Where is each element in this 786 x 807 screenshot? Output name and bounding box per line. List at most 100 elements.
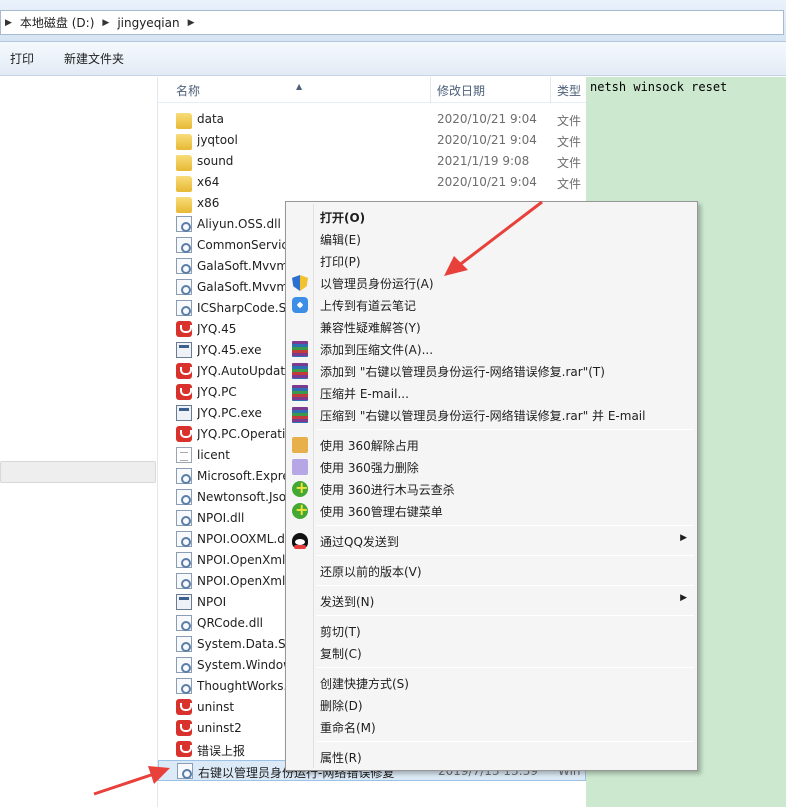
menu-item-label: 压缩并 E-mail...: [320, 387, 409, 401]
dll-icon: [176, 258, 192, 274]
menu-item[interactable]: 创建快捷方式(S): [288, 672, 695, 694]
menu-item-label: 使用 360解除占用: [320, 439, 419, 453]
submenu-arrow-icon: ▶: [680, 533, 687, 543]
menu-item-label: 创建快捷方式(S): [320, 677, 409, 691]
menu-item-label: 重命名(M): [320, 721, 376, 735]
app-config-icon: [176, 321, 192, 337]
folder-icon: [176, 155, 192, 171]
menu-item[interactable]: 添加到压缩文件(A)...: [288, 338, 695, 360]
file-date: 2021/1/19 9:08: [437, 154, 530, 168]
folder-icon: [176, 134, 192, 150]
annotation-arrow-top: [444, 200, 543, 276]
file-name: data: [197, 112, 225, 126]
menu-item[interactable]: 发送到(N) ▶: [288, 590, 695, 612]
new-folder-button[interactable]: 新建文件夹: [64, 47, 124, 70]
menu-item-label: 剪切(T): [320, 625, 361, 639]
app-config-icon: [176, 720, 192, 736]
breadcrumb-drive[interactable]: 本地磁盘 (D:): [20, 14, 94, 31]
360-shred-icon: [292, 459, 308, 475]
file-row[interactable]: sound 2021/1/19 9:08 文件: [158, 151, 586, 172]
nav-selected-item[interactable]: [0, 461, 156, 483]
folder-icon: [176, 113, 192, 129]
app-config-icon: [176, 741, 192, 757]
navigation-pane[interactable]: [0, 77, 158, 807]
column-divider[interactable]: [550, 77, 551, 103]
menu-item-label: 使用 360管理右键菜单: [320, 505, 443, 519]
file-name: x64: [197, 175, 220, 189]
breadcrumb-chevron-icon[interactable]: ▶: [5, 18, 12, 28]
menu-item[interactable]: 复制(C): [288, 642, 695, 664]
menu-item[interactable]: 重命名(M): [288, 716, 695, 738]
exe-icon: [176, 342, 192, 358]
winrar-icon: [292, 341, 308, 357]
menu-item[interactable]: 使用 360强力删除: [288, 456, 695, 478]
file-row[interactable]: x64 2020/10/21 9:04 文件: [158, 172, 586, 193]
winrar-icon: [292, 407, 308, 423]
menu-item[interactable]: 压缩并 E-mail...: [288, 382, 695, 404]
menu-item[interactable]: 上传到有道云笔记: [288, 294, 695, 316]
menu-item-label: 属性(R): [320, 751, 362, 765]
menu-item[interactable]: 添加到 "右键以管理员身份运行-网络错误修复.rar"(T): [288, 360, 695, 382]
file-type: 文件: [557, 114, 582, 128]
menu-item[interactable]: 通过QQ发送到 ▶: [288, 530, 695, 552]
360-scan-icon: [292, 478, 308, 497]
column-header-date[interactable]: 修改日期: [437, 82, 485, 99]
batch-file-icon: [177, 763, 193, 779]
column-header-name[interactable]: 名称: [176, 82, 200, 99]
menu-item[interactable]: 还原以前的版本(V): [288, 560, 695, 582]
file-name: sound: [197, 154, 234, 168]
preview-text: netsh winsock reset: [590, 80, 728, 94]
menu-item-label: 删除(D): [320, 699, 363, 713]
breadcrumb-chevron-icon[interactable]: ▶: [188, 18, 195, 28]
dll-icon: [176, 657, 192, 673]
app-config-icon: [176, 384, 192, 400]
file-name: jyqtool: [197, 133, 238, 147]
menu-item-label: 打印(P): [320, 255, 361, 269]
menu-item[interactable]: 属性(R): [288, 746, 695, 768]
text-file-icon: [176, 447, 192, 463]
menu-item[interactable]: 使用 360解除占用: [288, 434, 695, 456]
file-type: 文件: [557, 156, 582, 170]
menu-item[interactable]: 兼容性疑难解答(Y): [288, 316, 695, 338]
dll-icon: [176, 468, 192, 484]
file-type: 文件: [557, 177, 582, 191]
menu-item-label: 复制(C): [320, 647, 362, 661]
menu-item-label: 还原以前的版本(V): [320, 565, 422, 579]
menu-item[interactable]: 使用 360管理右键菜单: [288, 500, 695, 522]
menu-item[interactable]: 剪切(T): [288, 620, 695, 642]
menu-item-label: 发送到(N): [320, 595, 375, 609]
column-header-type[interactable]: 类型: [557, 82, 581, 99]
menu-item[interactable]: 删除(D): [288, 694, 695, 716]
sort-ascending-icon: ▲: [296, 82, 303, 91]
menu-item-label: 添加到压缩文件(A)...: [320, 343, 434, 357]
menu-item[interactable]: 压缩到 "右键以管理员身份运行-网络错误修复.rar" 并 E-mail: [288, 404, 695, 426]
column-header-row: ▲ 名称 修改日期 类型: [158, 77, 586, 103]
uac-shield-icon: [292, 275, 308, 291]
360-unlock-icon: [292, 437, 308, 453]
app-config-icon: [176, 699, 192, 715]
menu-item[interactable]: 使用 360进行木马云查杀: [288, 478, 695, 500]
print-button[interactable]: 打印: [10, 47, 34, 70]
file-row[interactable]: data 2020/10/21 9:04 文件: [158, 109, 586, 130]
file-date: 2020/10/21 9:04: [437, 112, 537, 126]
file-row[interactable]: jyqtool 2020/10/21 9:04 文件: [158, 130, 586, 151]
menu-item-label: 编辑(E): [320, 233, 361, 247]
breadcrumb-folder[interactable]: jingyeqian: [117, 16, 179, 30]
submenu-arrow-icon: ▶: [680, 593, 687, 603]
dll-icon: [176, 615, 192, 631]
menu-item-label: 使用 360强力删除: [320, 461, 419, 475]
dll-icon: [176, 552, 192, 568]
folder-icon: [176, 197, 192, 213]
breadcrumb-chevron-icon[interactable]: ▶: [102, 18, 109, 28]
address-bar[interactable]: ▶ 本地磁盘 (D:) ▶ jingyeqian ▶: [0, 10, 784, 35]
context-menu: 打开(O) 编辑(E) 打印(P) 以管理员身份运行(A) 上传到有道云笔记 兼容性疑难解…: [285, 201, 698, 771]
menu-item-label: 通过QQ发送到: [320, 535, 399, 549]
exe-icon: [176, 594, 192, 610]
menu-item-label: 上传到有道云笔记: [320, 299, 417, 313]
app-config-icon: [176, 363, 192, 379]
menu-item-label: 使用 360进行木马云查杀: [320, 483, 455, 497]
address-bar-area: ▶ 本地磁盘 (D:) ▶ jingyeqian ▶: [0, 0, 786, 42]
column-divider[interactable]: [430, 77, 431, 103]
winrar-icon: [292, 385, 308, 401]
menu-separator: [316, 555, 694, 556]
